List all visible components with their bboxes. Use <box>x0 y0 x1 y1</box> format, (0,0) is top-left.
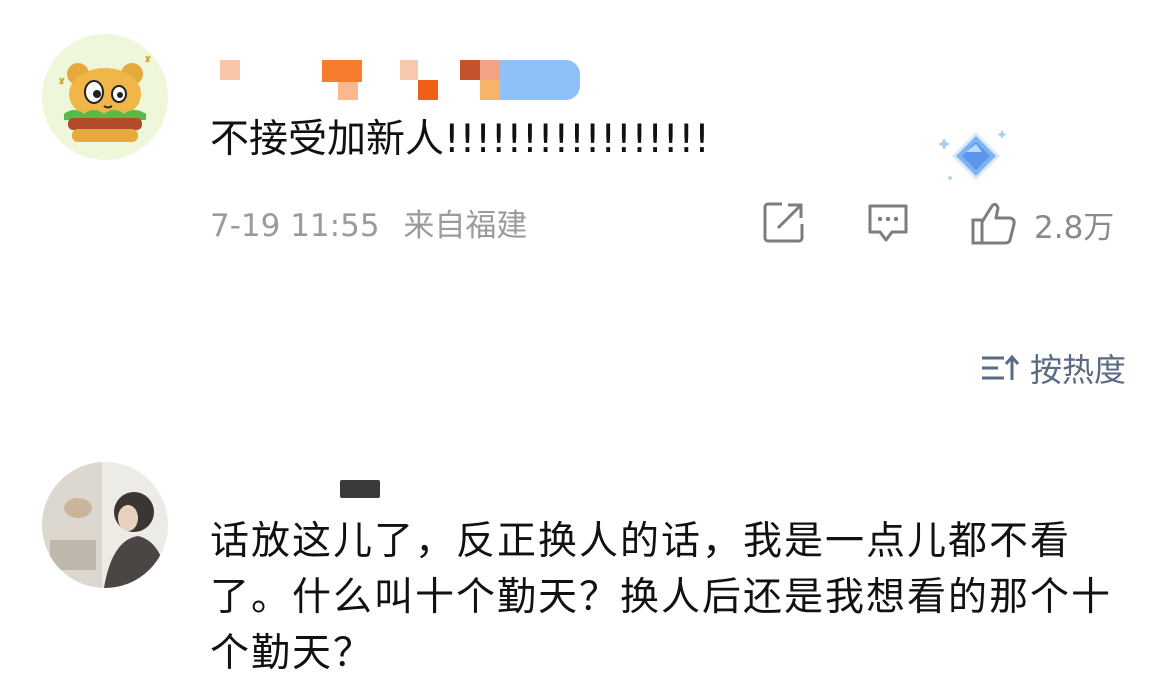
thumbs-up-icon[interactable] <box>970 200 1018 245</box>
comment-text: 话放这儿了，反正换人的话，我是一点儿都不看了。什么叫十个勤天？换人后还是我想看的… <box>210 519 1113 676</box>
like-count: 2.8万 <box>1034 210 1115 246</box>
diamond-badge-icon <box>936 126 1016 192</box>
comment-icon[interactable] <box>866 200 910 244</box>
comment-meta: 7-19 11:55 来自福建 <box>210 200 541 245</box>
username-redacted[interactable] <box>340 480 380 498</box>
burger-bear-avatar-icon <box>42 34 168 160</box>
user-avatar[interactable] <box>42 34 168 160</box>
sort-by-hot-button[interactable]: 按热度 <box>980 346 1126 390</box>
sort-icon <box>981 354 1020 380</box>
edit-share-icon[interactable] <box>762 200 806 244</box>
username-redacted[interactable] <box>218 60 588 102</box>
user-avatar[interactable] <box>42 462 168 588</box>
comment-location: 来自福建 <box>403 208 528 244</box>
comment-item: 不接受加新人!!!!!!!!!!!!!!!!! 7-19 11:55 来自福建 <box>0 0 1170 280</box>
sort-label: 按热度 <box>1029 351 1126 389</box>
user-photo-avatar-icon <box>42 462 168 588</box>
comment-date: 7-19 11:55 <box>210 208 380 244</box>
comment-text: 不接受加新人!!!!!!!!!!!!!!!!! <box>210 117 710 162</box>
comment-item: 话放这儿了，反正换人的话，我是一点儿都不看了。什么叫十个勤天？换人后还是我想看的… <box>0 440 1170 676</box>
